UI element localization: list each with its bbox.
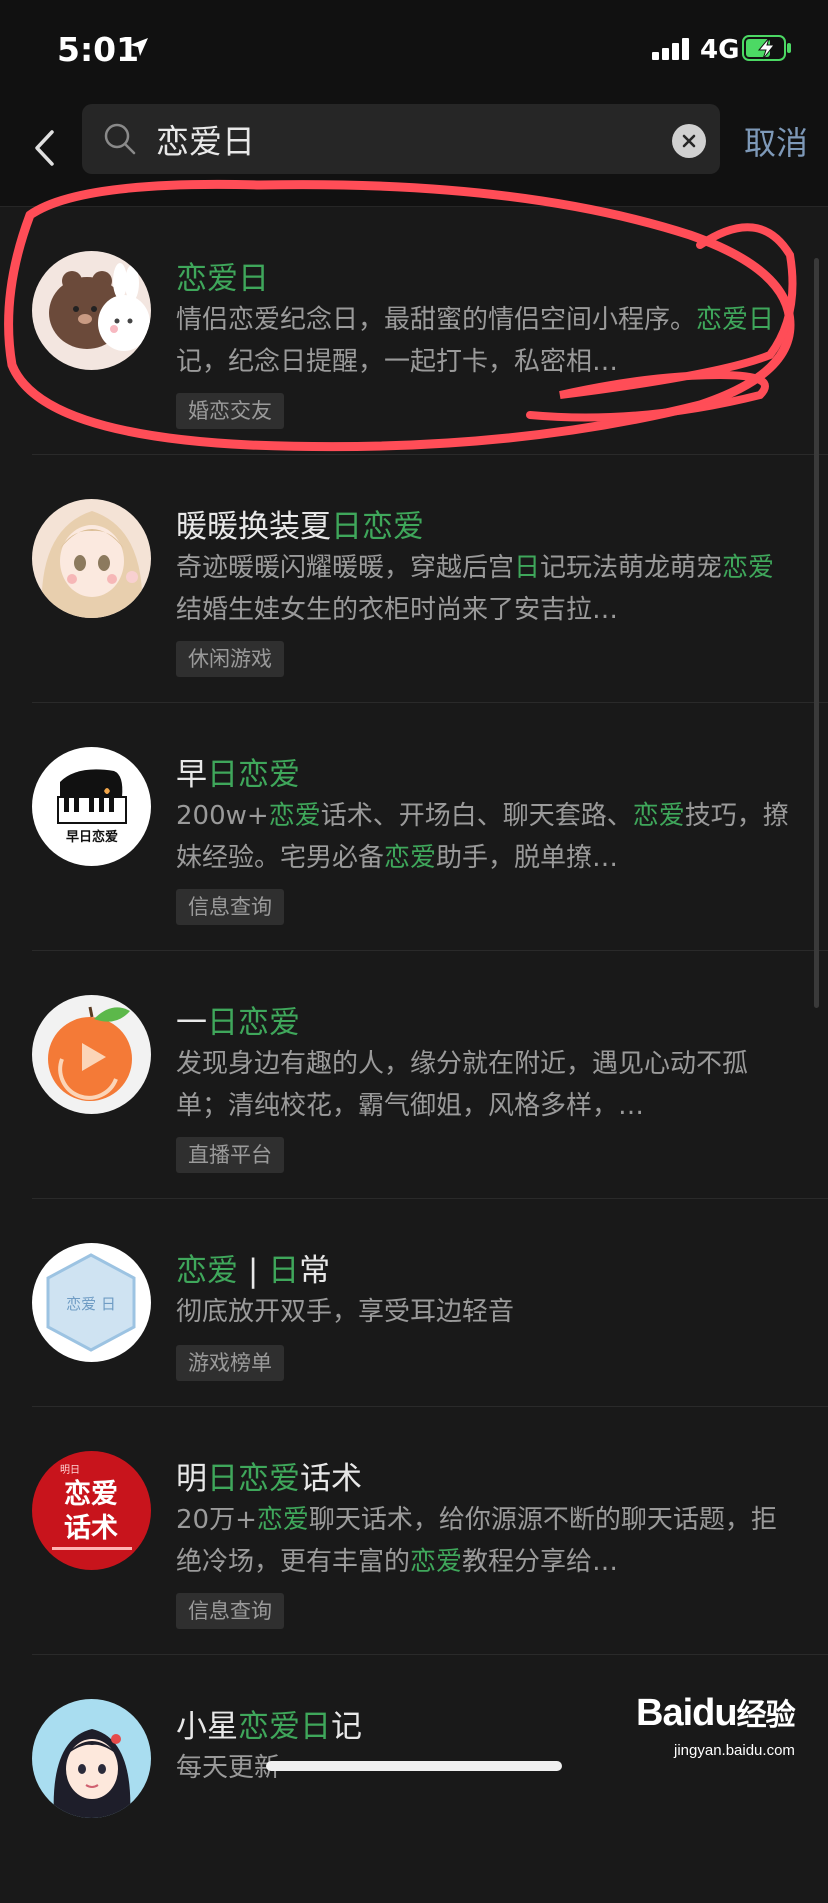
cartoon-girl-avatar xyxy=(32,1699,151,1818)
plain-text: 发现身边有趣的人，缘分就在附近，遇见心动不孤单；清纯校花，霸气御姐，风格多样，… xyxy=(176,1049,749,1121)
highlight-text: 恋爱 xyxy=(722,553,775,583)
plain-text: 常 xyxy=(299,1253,331,1289)
baidu-jingyan-watermark: Baidu经验 jingyan.baidu.com xyxy=(630,1690,820,1770)
result-title: 暖暖换装夏日恋爱 xyxy=(176,501,424,546)
scrollbar[interactable] xyxy=(814,258,819,1008)
network-type: 4G xyxy=(700,35,740,65)
category-tag: 信息查询 xyxy=(176,889,284,925)
plain-text: 每天更新 xyxy=(176,1753,281,1783)
plain-text: 彻底放开双手，享受耳边轻音 xyxy=(176,1297,515,1327)
highlight-text: 日恋爱 xyxy=(207,1005,300,1041)
result-title: 明日恋爱话术 xyxy=(176,1453,362,1498)
result-description: 20万+恋爱聊天话术，给你源源不断的聊天话题，拒绝冷场，更有丰富的恋爱教程分享给… xyxy=(176,1499,790,1583)
highlight-text: 恋爱 xyxy=(256,1505,309,1535)
watermark-url: jingyan.baidu.com xyxy=(674,1742,795,1759)
orange-play-avatar xyxy=(32,995,151,1114)
cellular-signal-icon xyxy=(652,38,689,60)
category-tag: 信息查询 xyxy=(176,1593,284,1629)
highlight-text: 恋爱日 xyxy=(696,305,775,335)
hexagon-logo-text: 恋爱 日 xyxy=(66,1295,116,1313)
category-tag: 婚恋交友 xyxy=(176,393,284,429)
highlight-text: 恋爱 xyxy=(268,801,321,831)
plain-text: 助手，脱单撩… xyxy=(436,843,619,873)
location-arrow-icon xyxy=(130,38,148,56)
plain-text: 200w+ xyxy=(176,801,269,831)
result-item[interactable]: 恋爱日 情侣恋爱纪念日，最甜蜜的情侣空间小程序。恋爱日记，纪念日提醒，一起打卡，… xyxy=(0,207,828,455)
category-tag: 直播平台 xyxy=(176,1137,284,1173)
result-item[interactable]: 暖暖换装夏日恋爱 奇迹暖暖闪耀暖暖，穿越后宫日记玩法萌龙萌宠恋爱结婚生娃女生的衣… xyxy=(0,455,828,703)
highlight-text: 恋爱 xyxy=(384,843,437,873)
highlight-text: 日恋爱 xyxy=(207,757,300,793)
hexagon-logo-avatar: 恋爱 日 xyxy=(32,1243,151,1362)
plain-text: 记，纪念日提醒，一起打卡，私密相… xyxy=(176,347,619,377)
category-tag: 休闲游戏 xyxy=(176,641,284,677)
red-text-logo-avatar: 明日恋爱 话术 xyxy=(32,1451,151,1570)
highlight-text: 日 xyxy=(514,553,541,583)
result-description: 彻底放开双手，享受耳边轻音 xyxy=(176,1291,790,1333)
plain-text: | xyxy=(238,1253,269,1289)
close-icon xyxy=(682,134,696,148)
piano-logo-avatar: 早日恋爱 xyxy=(32,747,151,866)
logo-part-c: 经验 xyxy=(736,1699,796,1732)
logo-part-a: Bai xyxy=(636,1692,693,1734)
plain-text: 暖暖换装夏 xyxy=(176,509,331,545)
plain-text: 明 xyxy=(176,1461,207,1497)
result-item[interactable]: 明日 恋爱 话术 明日恋爱话术 20万+恋爱聊天话术，给你源源不断的聊天话题，拒绝冷… xyxy=(0,1407,828,1655)
plain-text: 20万+ xyxy=(176,1505,257,1535)
search-input[interactable] xyxy=(156,114,636,164)
logo-part-b: du xyxy=(692,1692,737,1734)
highlight-text: 日 xyxy=(268,1253,300,1289)
anime-girl-avatar xyxy=(32,499,151,618)
battery-charging-icon xyxy=(742,35,791,61)
cancel-button[interactable]: 取消 xyxy=(744,118,808,164)
search-header: 取消 xyxy=(0,96,828,207)
highlight-text: 日恋爱 xyxy=(207,1461,300,1497)
plain-text: 奇迹暖暖闪耀暖暖，穿越后宫 xyxy=(176,553,515,583)
clear-search-button[interactable] xyxy=(672,124,706,158)
result-description: 200w+恋爱话术、开场白、聊天套路、恋爱技巧，撩妹经验。宅男必备恋爱助手，脱单… xyxy=(176,795,790,879)
result-title: 恋爱日 xyxy=(176,253,269,298)
result-title: 小星恋爱日记 xyxy=(176,1701,362,1746)
highlight-text: 恋爱 xyxy=(176,1253,238,1289)
back-button[interactable] xyxy=(22,118,66,178)
piano-logo-text: 早日恋爱 xyxy=(66,829,118,845)
bear-bunny-avatar xyxy=(32,251,151,370)
chevron-left-icon xyxy=(35,130,54,166)
plain-text: 教程分享给… xyxy=(462,1547,619,1577)
category-tag: 游戏榜单 xyxy=(176,1345,284,1381)
red-logo-line2: 话术 xyxy=(64,1513,118,1544)
highlight-text: 恋爱 xyxy=(632,801,685,831)
status-time: 5:01 xyxy=(57,30,140,69)
red-logo-line1: 恋爱 xyxy=(64,1478,118,1510)
result-description: 发现身边有趣的人，缘分就在附近，遇见心动不孤单；清纯校花，霸气御姐，风格多样，… xyxy=(176,1043,790,1127)
plain-text: 结婚生娃女生的衣柜时尚来了安吉拉… xyxy=(176,595,619,625)
result-title: 一日恋爱 xyxy=(176,997,300,1042)
search-icon xyxy=(104,123,136,155)
plain-text: 话术 xyxy=(300,1461,362,1497)
result-title: 恋爱 | 日常 xyxy=(176,1245,330,1290)
plain-text: 情侣恋爱纪念日，最甜蜜的情侣空间小程序。 xyxy=(176,305,697,335)
highlight-text: 恋爱日 xyxy=(238,1709,331,1745)
search-box[interactable] xyxy=(82,104,720,174)
result-title: 早日恋爱 xyxy=(176,749,300,794)
highlight-text: 日恋爱 xyxy=(331,509,424,545)
plain-text: 记玩法萌龙萌宠 xyxy=(540,553,723,583)
result-item[interactable]: 一日恋爱 发现身边有趣的人，缘分就在附近，遇见心动不孤单；清纯校花，霸气御姐，风… xyxy=(0,951,828,1199)
search-result-list: 恋爱日 情侣恋爱纪念日，最甜蜜的情侣空间小程序。恋爱日记，纪念日提醒，一起打卡，… xyxy=(0,207,828,1903)
result-description: 奇迹暖暖闪耀暖暖，穿越后宫日记玩法萌龙萌宠恋爱结婚生娃女生的衣柜时尚来了安吉拉… xyxy=(176,547,790,631)
plain-text: 记 xyxy=(331,1709,362,1745)
result-description: 情侣恋爱纪念日，最甜蜜的情侣空间小程序。恋爱日记，纪念日提醒，一起打卡，私密相… xyxy=(176,299,790,383)
plain-text: 早 xyxy=(176,757,207,793)
result-item[interactable]: 恋爱 日 恋爱 | 日常 彻底放开双手，享受耳边轻音 游戏榜单 xyxy=(0,1199,828,1407)
highlight-text: 恋爱日 xyxy=(176,261,269,297)
plain-text: 小星 xyxy=(176,1709,238,1745)
plain-text: 一 xyxy=(176,1005,207,1041)
status-bar: 5:01 4G xyxy=(0,0,828,96)
result-item[interactable]: 早日恋爱 早日恋爱 200w+恋爱话术、开场白、聊天套路、恋爱技巧，撩妹经验。宅… xyxy=(0,703,828,951)
baidu-logo: Baidu经验 xyxy=(636,1690,796,1735)
home-indicator[interactable] xyxy=(266,1761,562,1771)
highlight-text: 恋爱 xyxy=(410,1547,463,1577)
red-logo-small-text: 明日 xyxy=(60,1464,80,1476)
plain-text: 话术、开场白、聊天套路、 xyxy=(320,801,633,831)
